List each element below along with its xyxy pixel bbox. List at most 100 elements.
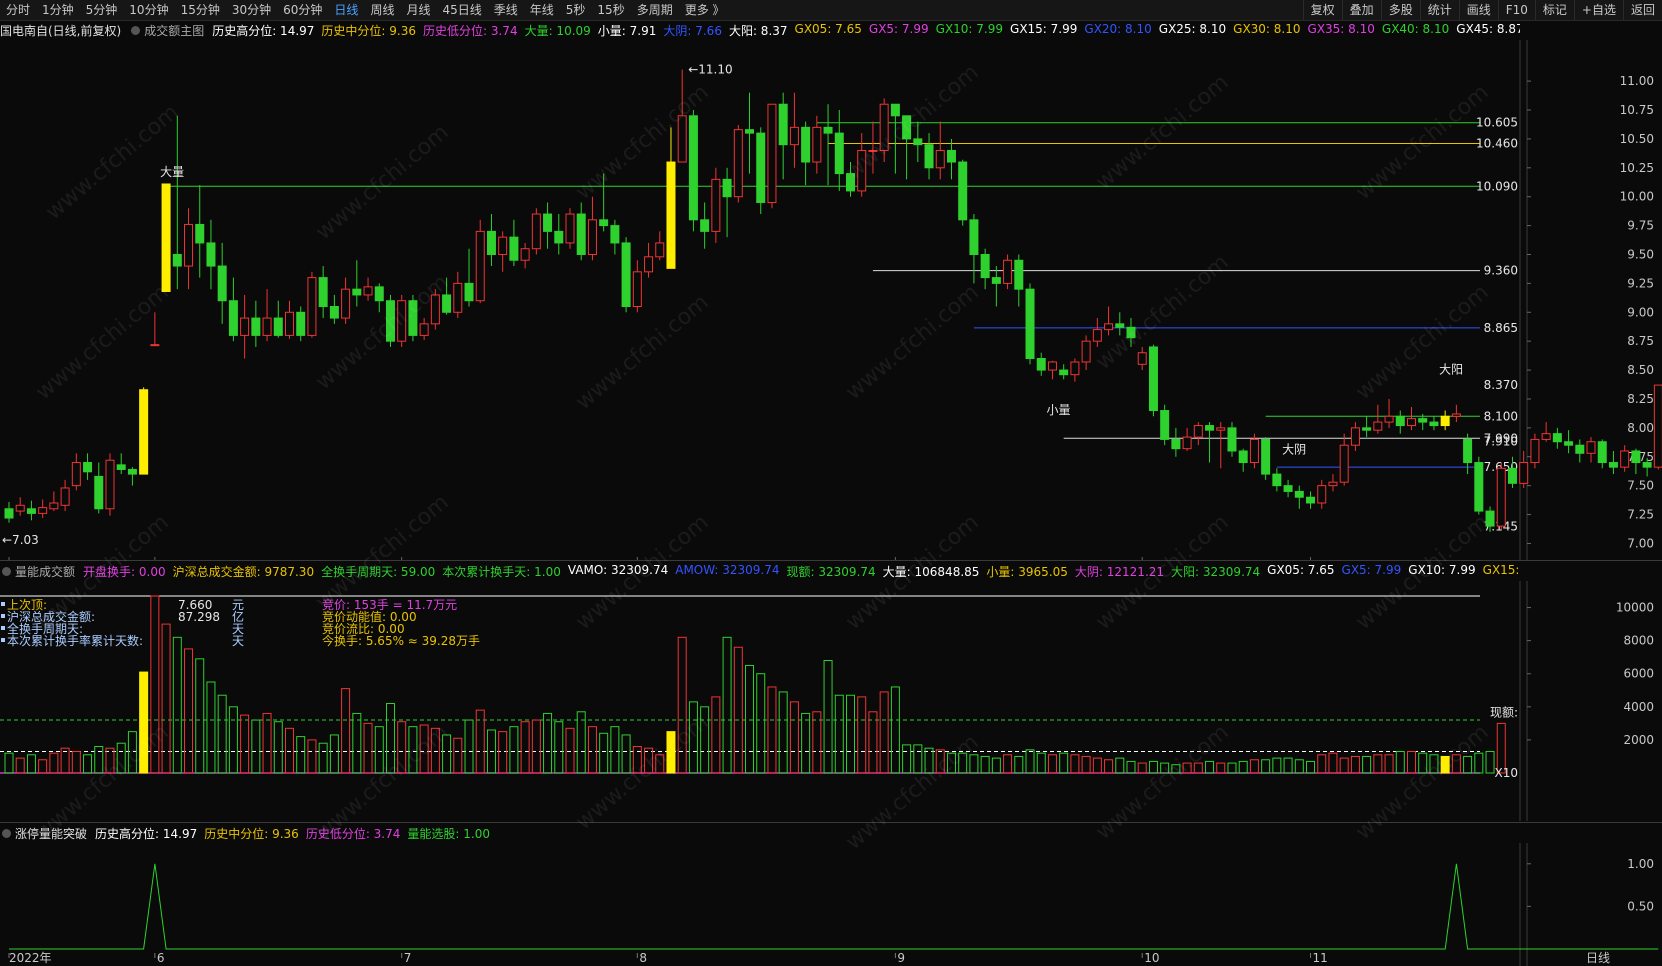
candle-body: [1249, 438, 1259, 464]
volume-bar: [1384, 754, 1394, 774]
candle-body: [4, 508, 14, 519]
candle-body: [1092, 329, 1102, 342]
candle-body: [1642, 462, 1652, 468]
tool-button[interactable]: 统计: [1419, 0, 1459, 20]
candle-body: [1653, 384, 1662, 468]
period-tab[interactable]: 周线: [364, 0, 400, 20]
candle-body: [1216, 427, 1226, 431]
volume-bar: [1070, 754, 1080, 774]
tool-button[interactable]: 画线: [1458, 0, 1498, 20]
candle-body: [599, 219, 609, 227]
period-tab[interactable]: 10分钟: [123, 0, 174, 20]
candle-body: [666, 161, 676, 269]
period-toolbar: 分时 1分钟 5分钟 10分钟 15分钟 30分钟 60分钟 日线 周线 月线 45日线 季线 年线 5秒…: [0, 0, 1662, 21]
period-tab[interactable]: 1分钟: [36, 0, 80, 20]
period-tab[interactable]: 30分钟: [226, 0, 277, 20]
candle-body: [924, 144, 934, 169]
candle-body: [1137, 352, 1147, 365]
indicator-value: GX05: 7.65: [794, 21, 862, 36]
volume-bar: [296, 736, 306, 774]
tool-button[interactable]: 多股: [1380, 0, 1420, 20]
tool-button[interactable]: F10: [1497, 0, 1535, 20]
x-tick-label: 7: [404, 951, 412, 965]
indicator-dot-icon: [131, 25, 141, 35]
candle-body: [1474, 462, 1484, 512]
candle-body: [778, 103, 788, 146]
indicator-value: GX40: 8.10: [1381, 21, 1450, 36]
main-indicator-values: 历史高分位: 14.97 历史中分位: 9.36 历史低分位: 3.74 大量: 10…: [212, 22, 1520, 39]
tool-button[interactable]: 返回: [1622, 0, 1662, 20]
volume-bar: [1227, 762, 1237, 774]
candle-body: [890, 103, 900, 117]
candle-body: [1631, 450, 1641, 464]
period-tab[interactable]: 月线: [400, 0, 436, 20]
candle-body: [1586, 441, 1596, 454]
period-tab[interactable]: 分时: [0, 0, 36, 20]
tool-button[interactable]: 复权: [1302, 0, 1342, 20]
volume-bar: [1115, 757, 1125, 774]
period-tab[interactable]: 更多 》: [679, 0, 731, 20]
candle-body: [1440, 415, 1450, 427]
candle-body: [352, 288, 362, 296]
volume-bar: [329, 734, 339, 774]
y-tick-label: 10000: [1616, 601, 1654, 615]
candle-body: [296, 311, 306, 336]
indicator-value: GX15: 7.99: [1482, 562, 1520, 577]
period-tab[interactable]: 日线: [328, 0, 364, 20]
volume-bar: [834, 694, 844, 774]
period-tab[interactable]: 5分钟: [80, 0, 124, 20]
candle-body: [632, 271, 642, 307]
indicator-selector[interactable]: 成交额主图: [129, 22, 204, 39]
candle-body: [1541, 433, 1551, 440]
period-tab[interactable]: 多周期: [631, 0, 679, 20]
volume-bar: [1485, 750, 1495, 774]
candle-body: [273, 317, 283, 336]
volume-bar: [846, 694, 855, 774]
period-tab[interactable]: 年线: [524, 0, 560, 20]
tool-button[interactable]: 叠加: [1341, 0, 1381, 20]
candle-body: [1418, 418, 1428, 423]
period-tab[interactable]: 60分钟: [277, 0, 328, 20]
candle-body: [285, 311, 294, 336]
volume-bar: [206, 681, 216, 774]
y-tick-label: 1.00: [1627, 857, 1654, 871]
level-label: 8.370: [1484, 378, 1518, 392]
volume-bar: [610, 726, 620, 774]
volume-bar: [498, 731, 508, 774]
candle-body: [554, 230, 564, 244]
volume-bar: [1328, 752, 1338, 774]
breakout-chart[interactable]: 0.50 1.00 2022年 6 7 8 9 10 11 日线: [0, 843, 1662, 966]
candle-body: [442, 294, 452, 313]
period-tab[interactable]: 15分钟: [175, 0, 226, 20]
candle-body: [1081, 340, 1091, 363]
candle-body: [262, 317, 272, 336]
period-tab[interactable]: 5秒: [560, 0, 592, 20]
y-tick-label: 7.00: [1627, 536, 1654, 550]
candle-body: [946, 149, 956, 163]
candle-body: [991, 277, 1001, 284]
indicator-value: 历史中分位: 9.36: [321, 23, 416, 38]
volume-indicator-selector[interactable]: 量能成交额: [0, 563, 75, 580]
period-tab[interactable]: 45日线: [436, 0, 487, 20]
indicator-value: GX10: 7.99: [935, 21, 1004, 36]
period-tab[interactable]: 季线: [488, 0, 524, 20]
candle-body: [621, 242, 631, 308]
indicator-value: GX25: 8.10: [1158, 21, 1227, 36]
volume-bar: [240, 714, 250, 774]
volume-indicator-name: 量能成交额: [15, 564, 76, 579]
candle-body: [60, 487, 70, 506]
volume-bar: [980, 755, 990, 774]
period-tab[interactable]: 15秒: [591, 0, 630, 20]
price-chart[interactable]: 7.00 7.25 7.50 7.75 8.00 8.25 8.50 8.75 9.00 9.25…: [0, 40, 1662, 560]
panel-unit: 天: [232, 634, 244, 648]
y-tick-label: 9.75: [1627, 219, 1654, 233]
chart-annotation: 小量: [1046, 403, 1070, 417]
candle-body: [94, 475, 104, 510]
tool-button[interactable]: +自选: [1573, 0, 1623, 20]
tool-button[interactable]: 标记: [1534, 0, 1574, 20]
volume-info-bar: 量能成交额 开盘换手: 0.00 沪深总成交金额: 9787.30 全换手周期天: …: [0, 561, 1520, 581]
volume-bar: [531, 719, 541, 774]
indicator-value: 历史中分位: 9.36: [204, 826, 299, 841]
volume-bar: [554, 721, 564, 774]
volume-bar: [1092, 757, 1102, 774]
